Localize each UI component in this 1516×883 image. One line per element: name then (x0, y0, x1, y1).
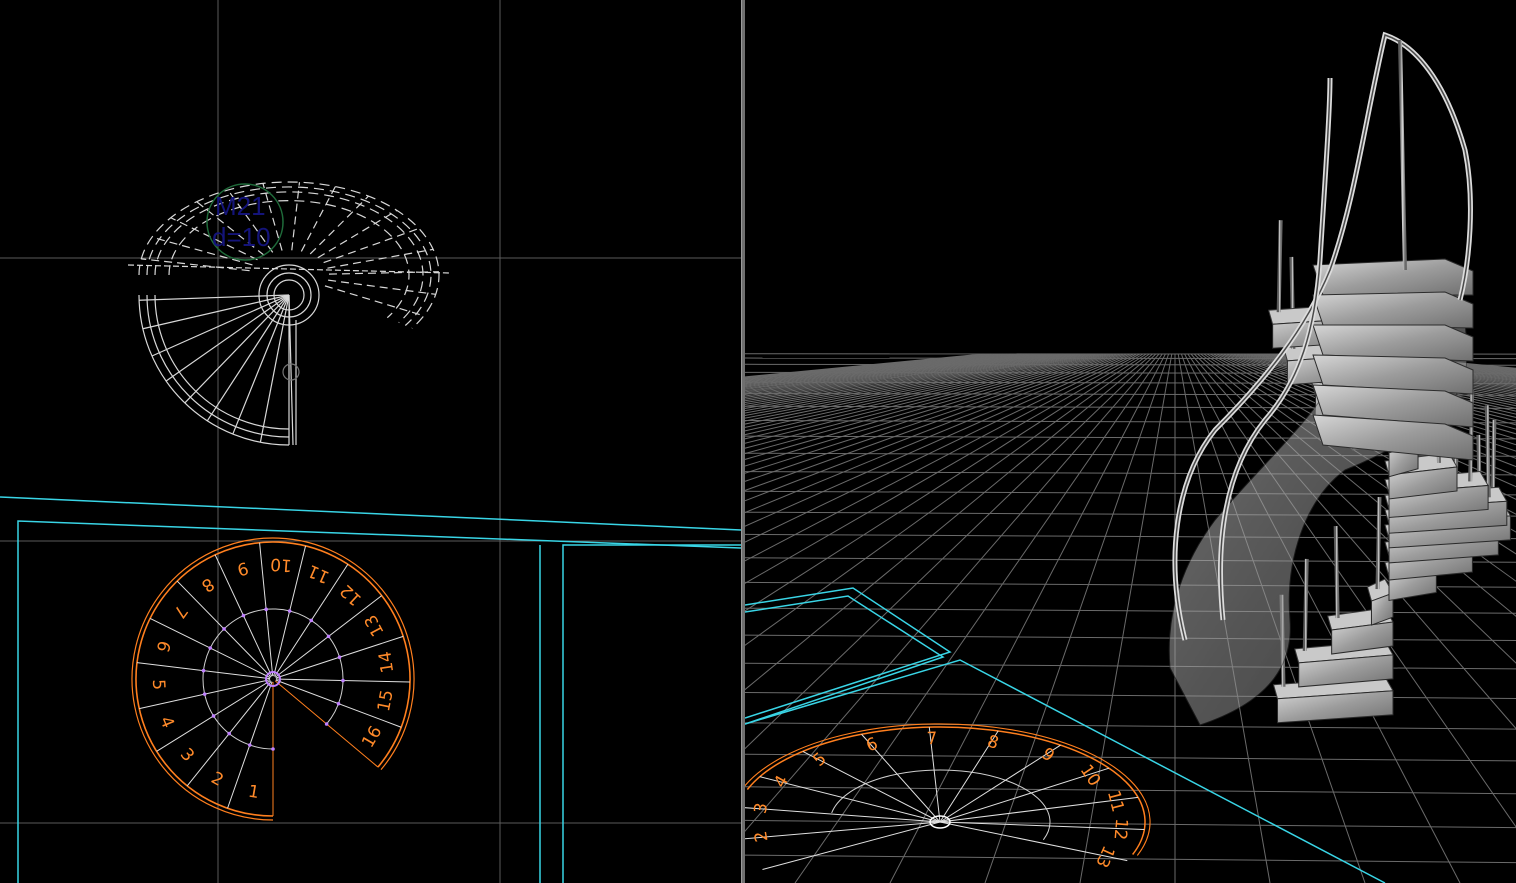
walkline-node (336, 701, 341, 706)
step-number: 5 (148, 679, 169, 691)
wire-dashed-tread (141, 258, 250, 272)
stair-tag-depth: d=10 (212, 222, 271, 252)
step-number: 14 (375, 650, 398, 674)
cad-workspace: M21 d=10 1 2 3 4 5 6 7 8 9 10 11 12 13 14 15 16 (0, 0, 1516, 883)
plan-viewport[interactable]: M21 d=10 1 2 3 4 5 6 7 8 9 10 11 12 13 14 15 16 (0, 0, 741, 883)
plan-canvas[interactable]: M21 d=10 123456789 10 111213141516 (0, 0, 741, 883)
perspective-canvas[interactable]: 23456 7 8910111213 (745, 0, 1516, 883)
stair-tag-label: M21 (215, 191, 266, 221)
wire-dashed-tread (309, 195, 369, 255)
walkline-node (241, 613, 246, 618)
top-baluster (1398, 39, 1407, 271)
section-cut-line (127, 264, 451, 274)
floor-step-number: 7 (926, 729, 938, 749)
plan-grid (0, 0, 741, 883)
walkline-node (271, 747, 275, 751)
step-number: 13 (361, 611, 389, 639)
walkline-node (227, 731, 231, 736)
step-number: 11 (305, 560, 333, 587)
walkline-node (201, 668, 206, 673)
step-number: 8 (197, 573, 217, 596)
baluster (1302, 558, 1309, 651)
baluster (1375, 497, 1382, 590)
walkline-node (287, 609, 292, 613)
baluster (1333, 525, 1340, 619)
step-number: 10 (270, 554, 293, 575)
step-number: 15 (374, 688, 398, 713)
walkline-node (208, 646, 213, 650)
step-number: 6 (152, 638, 174, 654)
center-post-hole (270, 676, 276, 682)
baluster (1276, 220, 1283, 313)
stair-tag[interactable]: M21 d=10 (206, 183, 284, 261)
step-number: 9 (235, 557, 251, 579)
spiral-stair-plan[interactable]: 123456789 10 111213141516 (131, 537, 415, 821)
walkline-node (222, 627, 226, 631)
wall-lines[interactable] (0, 496, 741, 883)
walkline-node (247, 743, 252, 747)
perspective-viewport[interactable]: 2 3 4 5 6 7 8 9 10 11 12 13 (745, 0, 1516, 883)
walkline-node (324, 722, 329, 726)
step-number: 2 (208, 768, 227, 791)
step-number: 3 (176, 745, 198, 766)
walkline-node (326, 634, 331, 639)
step-number: 16 (358, 723, 386, 752)
walkline-node (211, 714, 216, 718)
step-number: 12 (336, 580, 365, 609)
wire-dashed-tread (327, 248, 434, 269)
step-number: 1 (247, 782, 261, 804)
upper-stair-wireframe[interactable] (127, 181, 451, 446)
step-number: 7 (169, 601, 192, 622)
walkline-node (202, 692, 207, 696)
upper-step-block (1312, 291, 1474, 329)
step-number: 4 (155, 714, 178, 732)
walkline-node (337, 655, 342, 660)
walkline-node (341, 678, 345, 683)
walkline-node (264, 607, 268, 612)
walkline-node (309, 618, 314, 623)
upper-step-block (1312, 258, 1474, 296)
wire-dashed-tread (323, 227, 420, 264)
floor-step-number: 12 (1109, 818, 1131, 841)
